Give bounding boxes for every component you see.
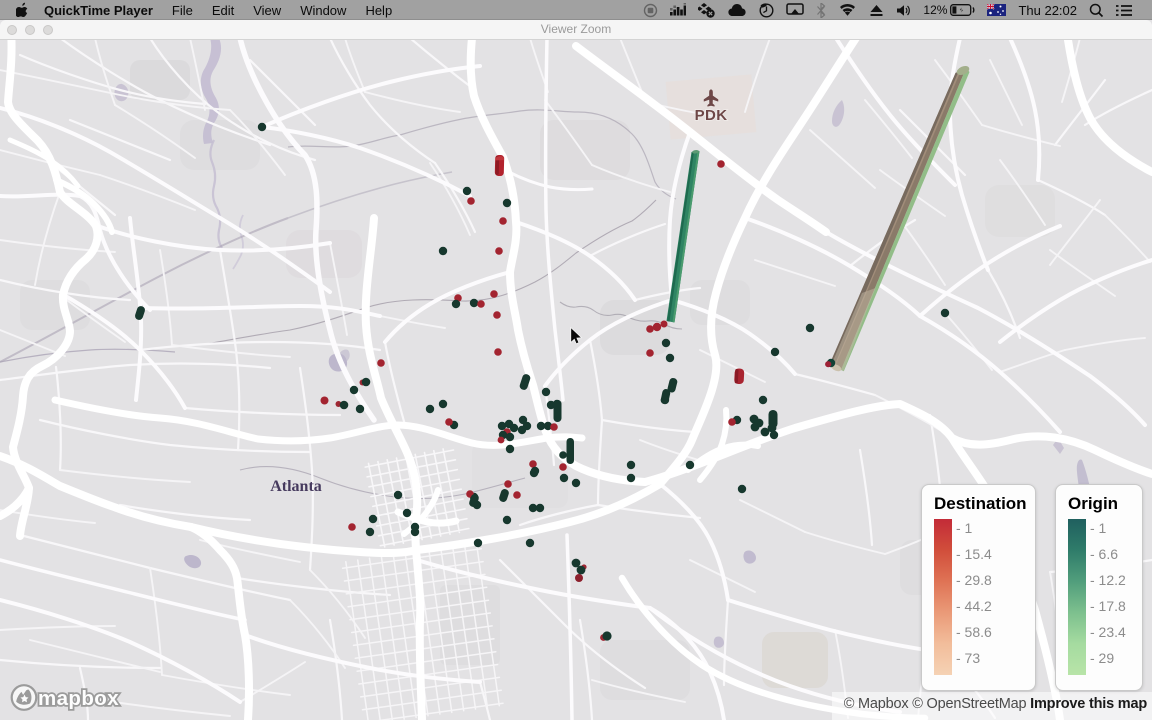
svg-text:mapbox: mapbox: [38, 687, 119, 710]
svg-text:Atlanta: Atlanta: [270, 478, 322, 495]
svg-text:PDK: PDK: [695, 107, 728, 124]
